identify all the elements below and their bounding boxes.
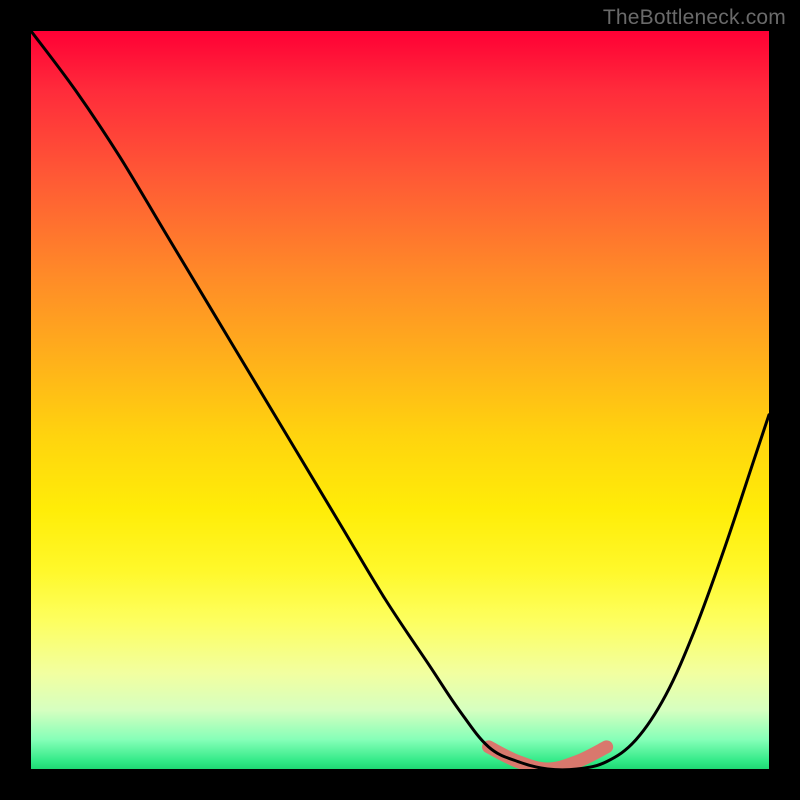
bottleneck-curve	[31, 31, 769, 769]
plot-area	[31, 31, 769, 769]
chart-container: TheBottleneck.com	[0, 0, 800, 800]
watermark-text: TheBottleneck.com	[603, 6, 786, 30]
curve-layer	[31, 31, 769, 769]
